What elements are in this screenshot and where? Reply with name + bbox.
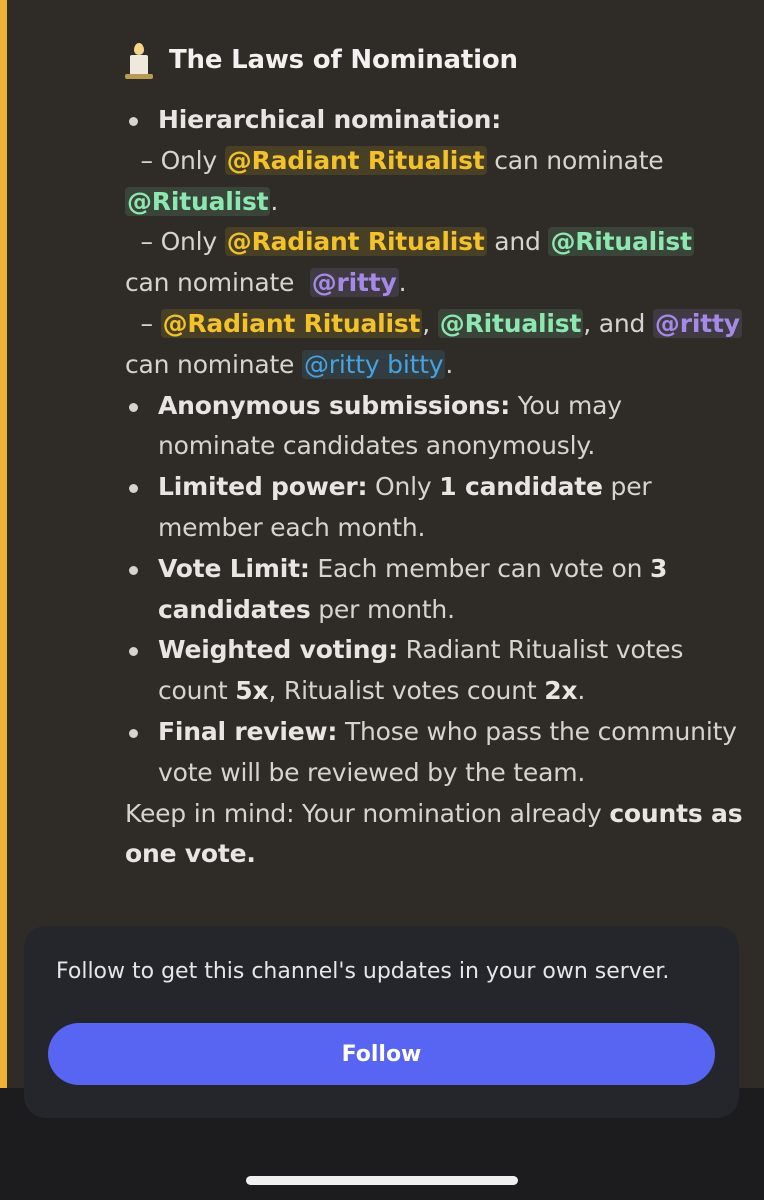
law-vote-limit: Vote Limit: Each member can vote on 3 ca… (125, 549, 745, 631)
home-indicator[interactable] (246, 1176, 518, 1185)
mention-ritualist[interactable]: @Ritualist (125, 186, 271, 216)
follow-prompt-text: Follow to get this channel's updates in … (56, 959, 670, 984)
hierarchy-line-2: – Only @Radiant Ritualist and @Ritualist… (125, 227, 694, 298)
mention-ritty-bitty[interactable]: @ritty bitty (302, 349, 446, 379)
mention-radiant-ritualist[interactable]: @Radiant Ritualist (224, 145, 487, 175)
announcement-message: The Laws of Nomination Hierarchical nomi… (125, 38, 745, 875)
mention-ritty[interactable]: @ritty (652, 308, 742, 338)
laws-list-continued: Anonymous submissions: You may nominate … (125, 386, 745, 794)
hierarchy-line-1: – Only @Radiant Ritualist can nominate @… (125, 145, 664, 216)
law-label: Hierarchical nomination: (158, 105, 502, 134)
candle-icon (125, 43, 153, 79)
laws-list: Hierarchical nomination: (125, 100, 745, 141)
follow-channel-card: Follow to get this channel's updates in … (24, 926, 739, 1118)
law-weighted-voting: Weighted voting: Radiant Ritualist votes… (125, 630, 745, 712)
mention-ritualist[interactable]: @Ritualist (548, 227, 694, 257)
footer-note: Keep in mind: Your nomination already co… (125, 798, 743, 869)
mention-ritty[interactable]: @ritty (309, 268, 399, 298)
message-title: The Laws of Nomination (125, 38, 745, 82)
law-limited-power: Limited power: Only 1 candidate per memb… (125, 467, 745, 549)
hierarchy-line-3: – @Radiant Ritualist, @Ritualist, and @r… (125, 308, 742, 379)
mention-radiant-ritualist[interactable]: @Radiant Ritualist (224, 227, 487, 257)
law-anonymous: Anonymous submissions: You may nominate … (125, 386, 745, 468)
follow-button[interactable]: Follow (48, 1023, 715, 1085)
mention-radiant-ritualist[interactable]: @Radiant Ritualist (160, 308, 423, 338)
law-final-review: Final review: Those who pass the communi… (125, 712, 745, 794)
law-hierarchical: Hierarchical nomination: (125, 100, 745, 141)
title-text: The Laws of Nomination (169, 44, 518, 75)
mention-ritualist[interactable]: @Ritualist (437, 308, 584, 338)
message-accent-bar (0, 0, 7, 1088)
